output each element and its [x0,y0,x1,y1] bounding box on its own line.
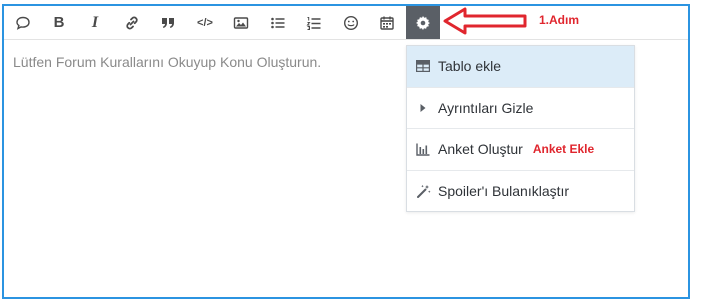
table-icon [415,58,431,74]
menu-item-label: Anket Oluştur [438,141,523,158]
menu-item-label: Tablo ekle [438,58,502,75]
menu-item-create-poll[interactable]: Anket Oluştur Anket Ekle [407,129,634,171]
gear-icon[interactable] [406,6,440,39]
editor-toolbar: B I </> [4,6,688,40]
rich-text-editor[interactable]: B I </> Lütfen Forum Kurallarını Okuyup … [2,4,690,299]
quote-icon[interactable] [153,6,183,39]
calendar-icon[interactable] [372,6,402,39]
more-options-dropdown: Tablo ekle Ayrıntıları Gizle Anket Oluşt… [406,45,635,212]
image-icon[interactable] [226,6,256,39]
menu-item-label: Ayrıntıları Gizle [438,99,534,116]
bar-chart-icon [415,141,431,157]
bold-icon[interactable]: B [44,6,74,39]
editor-placeholder: Lütfen Forum Kurallarını Okuyup Konu Olu… [13,54,322,70]
menu-item-label: Spoiler'ı Bulanıklaştır [438,183,570,200]
menu-item-insert-table[interactable]: Tablo ekle [407,46,634,88]
annotation-step-label: 1.Adım [539,13,580,27]
bullet-list-icon[interactable] [263,6,293,39]
annotation-note: Anket Ekle [532,142,595,157]
italic-icon[interactable]: I [80,6,110,39]
menu-item-blur-spoiler[interactable]: Spoiler'ı Bulanıklaştır [407,171,634,213]
speech-bubble-icon[interactable] [8,6,38,39]
code-icon[interactable]: </> [190,6,220,39]
link-icon[interactable] [117,6,147,39]
magic-wand-icon [415,183,431,199]
menu-item-hide-details[interactable]: Ayrıntıları Gizle [407,88,634,129]
caret-right-icon [415,100,431,116]
numbered-list-icon[interactable] [299,6,329,39]
annotation-arrow-icon [443,7,527,35]
smiley-icon[interactable] [336,6,366,39]
